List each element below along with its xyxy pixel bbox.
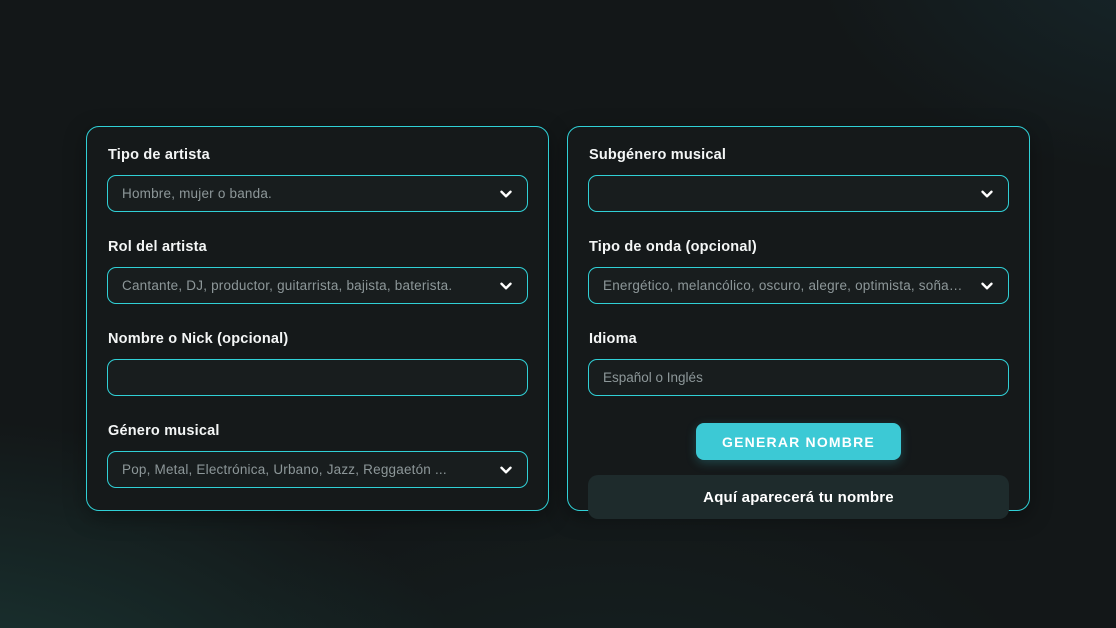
vibe-type-field: Tipo de onda (opcional) Energético, mela… <box>588 239 1009 304</box>
artist-type-label: Tipo de artista <box>107 147 528 163</box>
chevron-down-icon <box>497 185 515 203</box>
generator-card: Subgénero musical Tipo de onda (opcional… <box>567 126 1030 511</box>
subgenre-select[interactable] <box>588 175 1009 212</box>
music-genre-placeholder: Pop, Metal, Electrónica, Urbano, Jazz, R… <box>122 462 447 477</box>
form-panels: Tipo de artista Hombre, mujer o banda. R… <box>0 0 1116 511</box>
artist-form-card: Tipo de artista Hombre, mujer o banda. R… <box>86 126 549 511</box>
music-genre-label: Género musical <box>107 423 528 439</box>
music-genre-select[interactable]: Pop, Metal, Electrónica, Urbano, Jazz, R… <box>107 451 528 488</box>
chevron-down-icon <box>497 461 515 479</box>
name-nick-field: Nombre o Nick (opcional) <box>107 331 528 396</box>
language-field: Idioma <box>588 331 1009 396</box>
artist-type-field: Tipo de artista Hombre, mujer o banda. <box>107 147 528 212</box>
artist-type-select[interactable]: Hombre, mujer o banda. <box>107 175 528 212</box>
language-label: Idioma <box>588 331 1009 347</box>
chevron-down-icon <box>978 185 996 203</box>
artist-role-select[interactable]: Cantante, DJ, productor, guitarrista, ba… <box>107 267 528 304</box>
artist-role-placeholder: Cantante, DJ, productor, guitarrista, ba… <box>122 278 452 293</box>
artist-type-placeholder: Hombre, mujer o banda. <box>122 186 272 201</box>
vibe-type-label: Tipo de onda (opcional) <box>588 239 1009 255</box>
chevron-down-icon <box>978 277 996 295</box>
language-input[interactable] <box>588 359 1009 396</box>
name-nick-label: Nombre o Nick (opcional) <box>107 331 528 347</box>
generate-name-button[interactable]: GENERAR NOMBRE <box>696 423 901 460</box>
result-placeholder: Aquí aparecerá tu nombre <box>588 475 1009 519</box>
artist-role-field: Rol del artista Cantante, DJ, productor,… <box>107 239 528 304</box>
vibe-type-placeholder: Energético, melancólico, oscuro, alegre,… <box>603 278 970 293</box>
vibe-type-select[interactable]: Energético, melancólico, oscuro, alegre,… <box>588 267 1009 304</box>
subgenre-label: Subgénero musical <box>588 147 1009 163</box>
chevron-down-icon <box>497 277 515 295</box>
name-nick-input[interactable] <box>107 359 528 396</box>
subgenre-field: Subgénero musical <box>588 147 1009 212</box>
music-genre-field: Género musical Pop, Metal, Electrónica, … <box>107 423 528 488</box>
artist-role-label: Rol del artista <box>107 239 528 255</box>
